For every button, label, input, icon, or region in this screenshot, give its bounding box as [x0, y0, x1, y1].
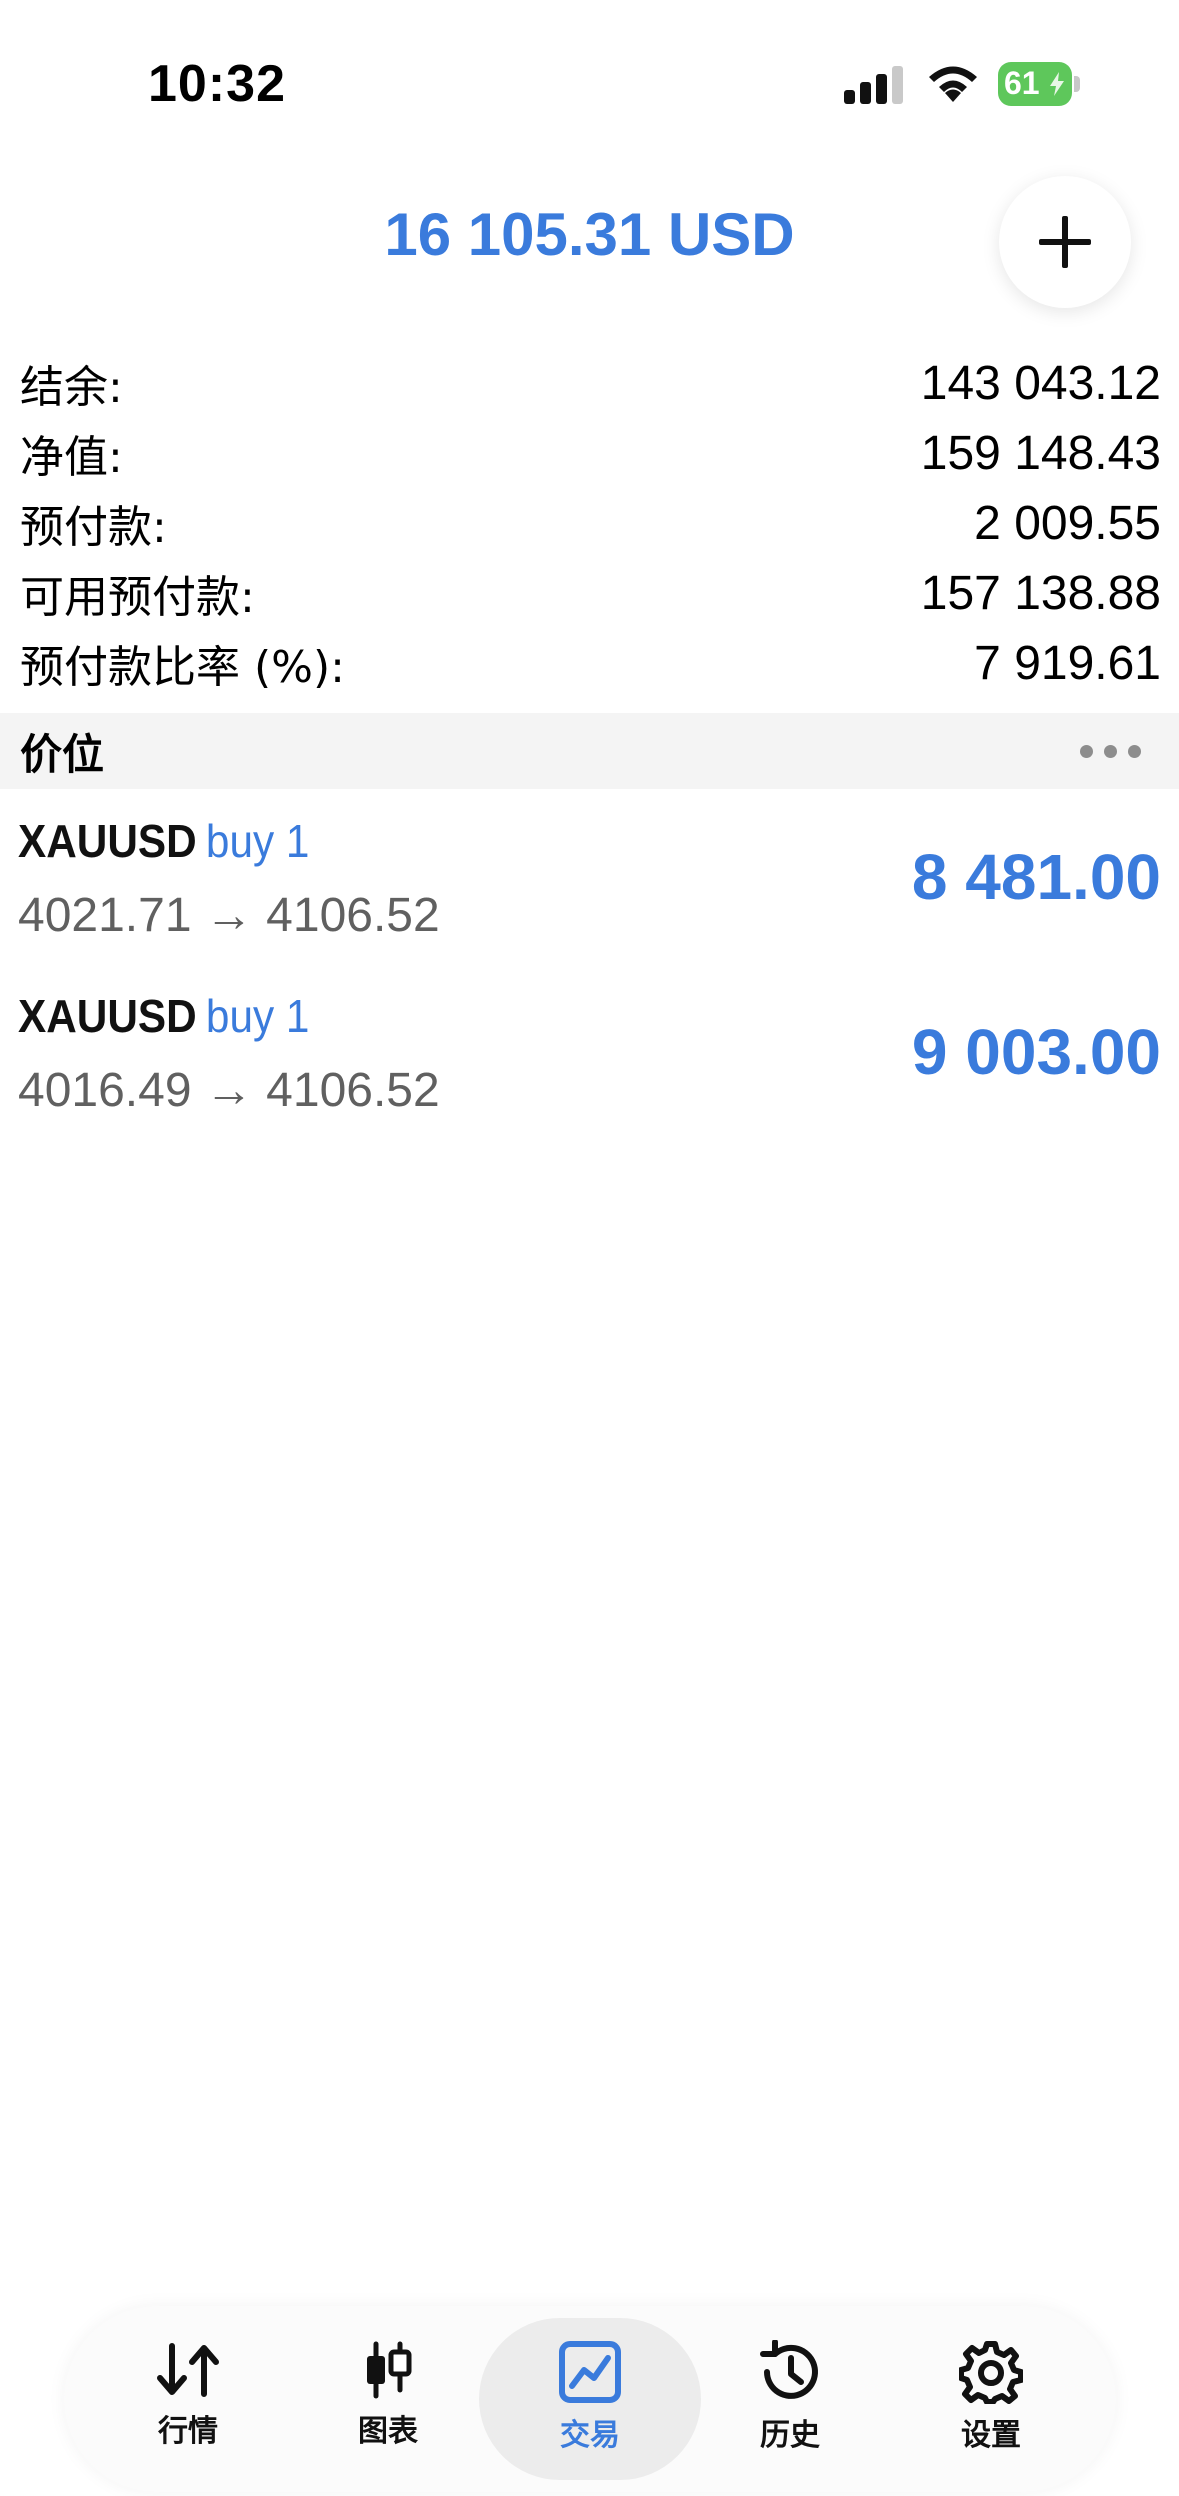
- tab-settings[interactable]: 设置: [891, 2318, 1091, 2480]
- summary-value: 143 043.12: [920, 356, 1161, 410]
- signal-icon: [844, 66, 903, 104]
- position-symbol: XAUUSD: [18, 990, 197, 1042]
- wifi-icon: [929, 66, 977, 102]
- plus-icon: [1039, 216, 1091, 268]
- position-profit: 8 481.00: [911, 841, 1161, 913]
- tab-label: 图表: [358, 2414, 418, 2449]
- summary-label: 净值:: [20, 432, 123, 483]
- tab-label: 交易: [560, 2418, 620, 2453]
- position-side: buy 1: [205, 815, 310, 867]
- summary-value: 157 138.88: [920, 566, 1161, 620]
- summary-label: 可用预付款:: [20, 572, 255, 623]
- positions-list: XAUUSD buy 1 4021.71 → 4106.52 8 481.00 X…: [0, 800, 1179, 1150]
- position-side: buy 1: [205, 990, 310, 1042]
- tab-history[interactable]: 历史: [690, 2318, 890, 2480]
- add-order-button[interactable]: [999, 176, 1131, 308]
- more-icon[interactable]: [1080, 744, 1141, 758]
- summary-row-free-margin: 可用预付款: 157 138.88: [0, 558, 1179, 628]
- tab-label: 行情: [158, 2414, 218, 2449]
- chart-icon: [367, 2341, 412, 2399]
- trade-screen: 10:32 61 16 105.31 USD 结余: 143 043.12 净值…: [0, 0, 1179, 2496]
- battery-nub: [1074, 76, 1080, 92]
- charging-bolt-icon: [1050, 72, 1064, 96]
- account-summary: 结余: 143 043.12 净值: 159 148.43 预付款: 2 009…: [0, 348, 1179, 698]
- summary-row-margin: 预付款: 2 009.55: [0, 488, 1179, 558]
- position-row[interactable]: XAUUSD buy 1 4016.49 → 4106.52 9 003.00: [0, 975, 1179, 1150]
- summary-value: 2 009.55: [974, 496, 1161, 550]
- position-row[interactable]: XAUUSD buy 1 4021.71 → 4106.52 8 481.00: [0, 800, 1179, 975]
- section-title: 价位: [20, 729, 105, 779]
- history-icon: [760, 2340, 818, 2399]
- position-prices: 4021.71 → 4106.52: [18, 889, 440, 942]
- positions-section-header: 价位: [0, 713, 1179, 789]
- summary-label: 预付款:: [20, 502, 167, 553]
- position-symbol: XAUUSD: [18, 815, 197, 867]
- summary-label: 预付款比率 (%):: [20, 642, 345, 693]
- summary-row-balance: 结余: 143 043.12: [0, 348, 1179, 418]
- bottom-tab-bar: 行情 图表 交易 历史 设置: [64, 2306, 1116, 2492]
- summary-value: 159 148.43: [920, 426, 1161, 480]
- position-prices: 4016.49 → 4106.52: [18, 1064, 440, 1117]
- tab-label: 设置: [961, 2418, 1021, 2453]
- battery-level: 61: [1004, 65, 1040, 101]
- tab-label: 历史: [760, 2418, 820, 2453]
- summary-label: 结余:: [20, 362, 123, 413]
- trade-icon: [559, 2341, 621, 2403]
- settings-icon: [959, 2341, 1023, 2404]
- position-profit: 9 003.00: [911, 1016, 1161, 1088]
- summary-row-margin-level: 预付款比率 (%): 7 919.61: [0, 628, 1179, 698]
- tab-chart[interactable]: 图表: [288, 2318, 488, 2480]
- summary-value: 7 919.61: [974, 636, 1161, 690]
- summary-row-equity: 净值: 159 148.43: [0, 418, 1179, 488]
- tab-quotes[interactable]: 行情: [88, 2318, 288, 2480]
- battery-icon: 61: [998, 62, 1072, 106]
- status-bar: 10:32 61: [0, 0, 1179, 170]
- tab-trade[interactable]: 交易: [479, 2318, 701, 2480]
- status-time: 10:32: [148, 55, 286, 113]
- quotes-icon: [157, 2343, 219, 2397]
